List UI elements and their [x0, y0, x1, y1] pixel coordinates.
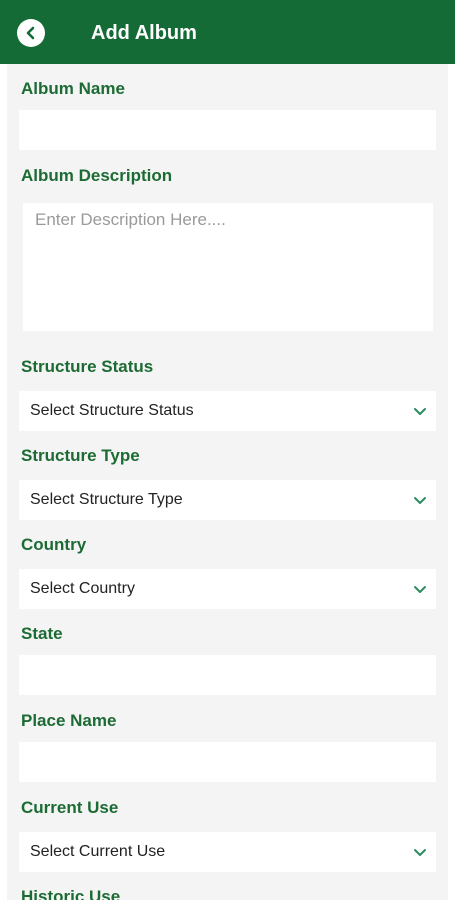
state-input[interactable] [19, 655, 436, 695]
album-name-input[interactable] [19, 110, 436, 150]
state-label: State [21, 624, 63, 643]
page-title: Add Album [91, 22, 197, 44]
chevron-down-icon [414, 586, 426, 593]
chevron-down-icon [414, 408, 426, 415]
form-container: Album Name Album Description Enter Descr… [7, 64, 448, 900]
back-button[interactable] [17, 19, 45, 47]
current-use-value: Select Current Use [30, 843, 166, 860]
album-description-label: Album Description [21, 166, 173, 185]
chevron-down-icon [414, 497, 426, 504]
structure-type-label: Structure Type [21, 446, 140, 465]
chevron-left-icon [26, 26, 35, 40]
chevron-down-icon [414, 849, 426, 856]
structure-type-select[interactable]: Select Structure Type [19, 480, 436, 520]
album-description-textarea[interactable]: Enter Description Here.... [23, 203, 433, 331]
album-name-label: Album Name [21, 79, 125, 98]
place-name-label: Place Name [21, 711, 117, 730]
structure-status-value: Select Structure Status [30, 402, 194, 419]
structure-type-value: Select Structure Type [30, 491, 183, 508]
country-select[interactable]: Select Country [19, 569, 436, 609]
app-bar: Add Album [0, 0, 455, 64]
historic-use-label: Historic Use [21, 887, 121, 900]
country-label: Country [21, 535, 87, 554]
place-name-input[interactable] [19, 742, 436, 782]
current-use-label: Current Use [21, 798, 119, 817]
country-value: Select Country [30, 580, 135, 597]
current-use-select[interactable]: Select Current Use [19, 832, 436, 872]
structure-status-select[interactable]: Select Structure Status [19, 391, 436, 431]
structure-status-label: Structure Status [21, 357, 154, 376]
